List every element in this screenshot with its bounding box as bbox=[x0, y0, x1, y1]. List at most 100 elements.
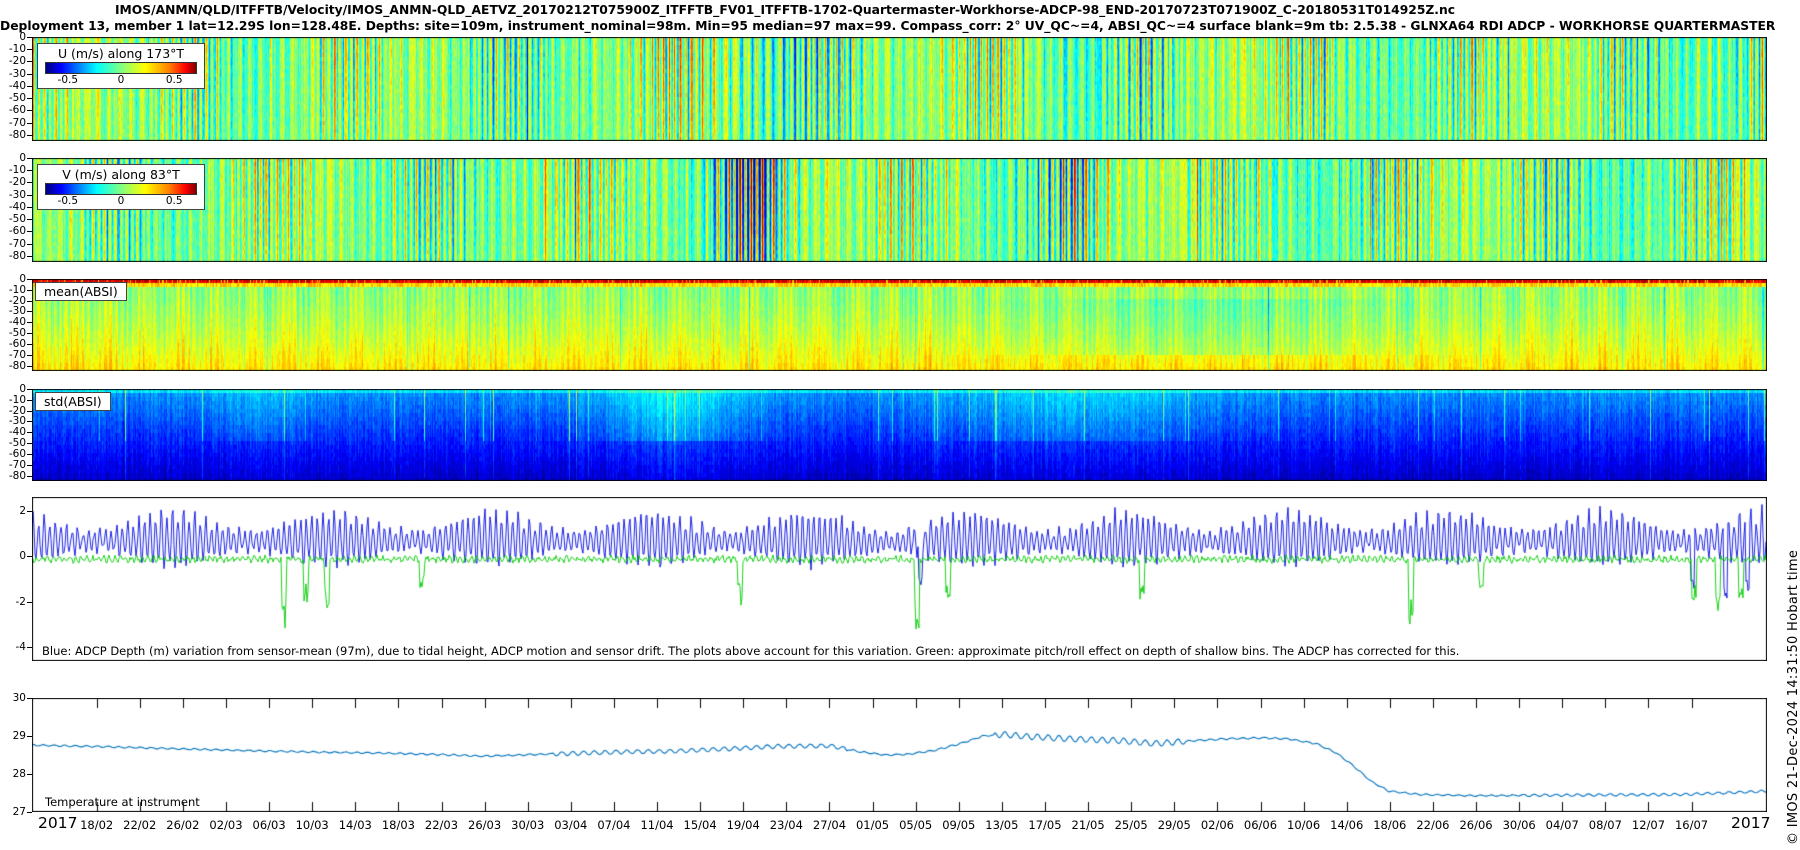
x-tick-label: 21/05 bbox=[1072, 818, 1105, 832]
v-velocity-heatmap-canvas bbox=[32, 158, 1767, 262]
y-tick-label: -30 bbox=[0, 68, 26, 80]
x-tick-label: 13/05 bbox=[985, 818, 1018, 832]
y-tick-mark bbox=[27, 311, 32, 312]
y-tick-mark bbox=[27, 411, 32, 412]
y-tick-mark bbox=[27, 400, 32, 401]
x-tick-label: 01/05 bbox=[856, 818, 889, 832]
y-tick-mark bbox=[27, 74, 32, 75]
x-tick-label: 23/04 bbox=[770, 818, 803, 832]
y-tick-mark bbox=[27, 476, 32, 477]
y-tick-label: -40 bbox=[0, 201, 26, 213]
x-tick-label: 04/07 bbox=[1546, 818, 1579, 832]
y-tick-label: -70 bbox=[0, 117, 26, 129]
x-tick-label: 07/04 bbox=[597, 818, 630, 832]
y-tick-label: -2 bbox=[0, 596, 26, 608]
y-tick-mark bbox=[27, 443, 32, 444]
v-colorbar-tick-mid: 0 bbox=[118, 195, 125, 207]
x-tick-label: 18/03 bbox=[382, 818, 415, 832]
x-tick-label: 18/02 bbox=[80, 818, 113, 832]
x-tick-label: 26/03 bbox=[468, 818, 501, 832]
y-tick-mark bbox=[27, 355, 32, 356]
y-tick-mark bbox=[27, 110, 32, 111]
y-tick-mark bbox=[27, 98, 32, 99]
y-tick-label: -60 bbox=[0, 225, 26, 237]
y-tick-mark bbox=[27, 256, 32, 257]
v-colorbar-gradient bbox=[45, 183, 197, 195]
y-tick-mark bbox=[27, 123, 32, 124]
y-tick-label: -50 bbox=[0, 92, 26, 104]
y-tick-mark bbox=[27, 279, 32, 280]
u-colorbar-tick-max: 0.5 bbox=[166, 74, 183, 86]
y-tick-mark bbox=[27, 158, 32, 159]
y-tick-label: -80 bbox=[0, 360, 26, 372]
x-tick-label: 03/04 bbox=[554, 818, 587, 832]
y-tick-label: -60 bbox=[0, 104, 26, 116]
y-tick-label: 29 bbox=[0, 730, 26, 742]
x-tick-label: 06/03 bbox=[253, 818, 286, 832]
std-absi-heatmap-canvas bbox=[32, 389, 1767, 481]
mean-absi-heatmap-canvas bbox=[32, 279, 1767, 371]
x-tick-label: 06/06 bbox=[1244, 818, 1277, 832]
x-tick-label: 27/04 bbox=[813, 818, 846, 832]
y-tick-mark bbox=[27, 219, 32, 220]
y-tick-label: 0 bbox=[0, 550, 26, 562]
y-tick-mark bbox=[27, 366, 32, 367]
depth-variation-line-canvas bbox=[32, 497, 1767, 661]
u-colorbar-tick-min: -0.5 bbox=[58, 74, 79, 86]
u-legend-title: U (m/s) along 173°T bbox=[45, 46, 197, 61]
y-tick-label: 2 bbox=[0, 505, 26, 517]
y-tick-label: -10 bbox=[0, 164, 26, 176]
x-tick-label: 08/07 bbox=[1589, 818, 1622, 832]
y-tick-mark bbox=[27, 432, 32, 433]
y-tick-label: 30 bbox=[0, 692, 26, 704]
y-tick-mark bbox=[27, 465, 32, 466]
x-tick-label: 22/06 bbox=[1416, 818, 1449, 832]
y-tick-mark bbox=[27, 231, 32, 232]
year-label-right: 2017 bbox=[1731, 814, 1770, 832]
y-tick-mark bbox=[27, 389, 32, 390]
temperature-line-canvas bbox=[32, 698, 1767, 812]
x-tick-label: 15/04 bbox=[684, 818, 717, 832]
u-colorbar-ticks: -0.5 0 0.5 bbox=[45, 74, 197, 87]
x-tick-label: 25/05 bbox=[1115, 818, 1148, 832]
y-tick-mark bbox=[27, 301, 32, 302]
y-tick-mark bbox=[27, 244, 32, 245]
y-tick-mark bbox=[27, 812, 32, 813]
y-tick-mark bbox=[27, 647, 32, 648]
adcp-figure: IMOS/ANMN/QLD/ITFFTB/Velocity/IMOS_ANMN-… bbox=[0, 0, 1800, 850]
y-tick-mark bbox=[27, 182, 32, 183]
y-tick-label: -4 bbox=[0, 641, 26, 653]
x-tick-label: 30/03 bbox=[511, 818, 544, 832]
x-tick-label: 16/07 bbox=[1675, 818, 1708, 832]
v-colorbar-ticks: -0.5 0 0.5 bbox=[45, 195, 197, 208]
y-tick-mark bbox=[27, 170, 32, 171]
temperature-panel: Temperature at instrument bbox=[32, 698, 1767, 812]
std-absi-panel: std(ABSI) bbox=[32, 389, 1767, 481]
x-tick-label: 18/06 bbox=[1373, 818, 1406, 832]
y-tick-label: 28 bbox=[0, 768, 26, 780]
y-tick-mark bbox=[27, 556, 32, 557]
y-tick-mark bbox=[27, 322, 32, 323]
u-velocity-panel: U (m/s) along 173°T -0.5 0 0.5 bbox=[32, 37, 1767, 141]
figure-subtitle-deployment: Deployment 13, member 1 lat=12.29S lon=1… bbox=[0, 19, 1570, 33]
x-tick-label: 22/03 bbox=[425, 818, 458, 832]
mean-absi-label: mean(ABSI) bbox=[35, 282, 127, 301]
x-tick-label: 22/02 bbox=[123, 818, 156, 832]
x-tick-label: 02/06 bbox=[1201, 818, 1234, 832]
x-tick-label: 10/03 bbox=[296, 818, 329, 832]
x-tick-label: 14/06 bbox=[1330, 818, 1363, 832]
y-tick-mark bbox=[27, 736, 32, 737]
x-tick-label: 12/07 bbox=[1632, 818, 1665, 832]
year-label-left: 2017 bbox=[38, 814, 77, 832]
y-tick-label: -50 bbox=[0, 213, 26, 225]
v-colorbar-tick-max: 0.5 bbox=[166, 195, 183, 207]
y-tick-label: -80 bbox=[0, 250, 26, 262]
depth-variation-panel: Blue: ADCP Depth (m) variation from sens… bbox=[32, 497, 1767, 661]
x-tick-label: 09/05 bbox=[942, 818, 975, 832]
y-tick-label: 27 bbox=[0, 806, 26, 818]
y-tick-mark bbox=[27, 344, 32, 345]
x-tick-label: 30/06 bbox=[1503, 818, 1536, 832]
y-tick-mark bbox=[27, 195, 32, 196]
x-tick-label: 26/02 bbox=[166, 818, 199, 832]
x-tick-label: 11/04 bbox=[640, 818, 673, 832]
